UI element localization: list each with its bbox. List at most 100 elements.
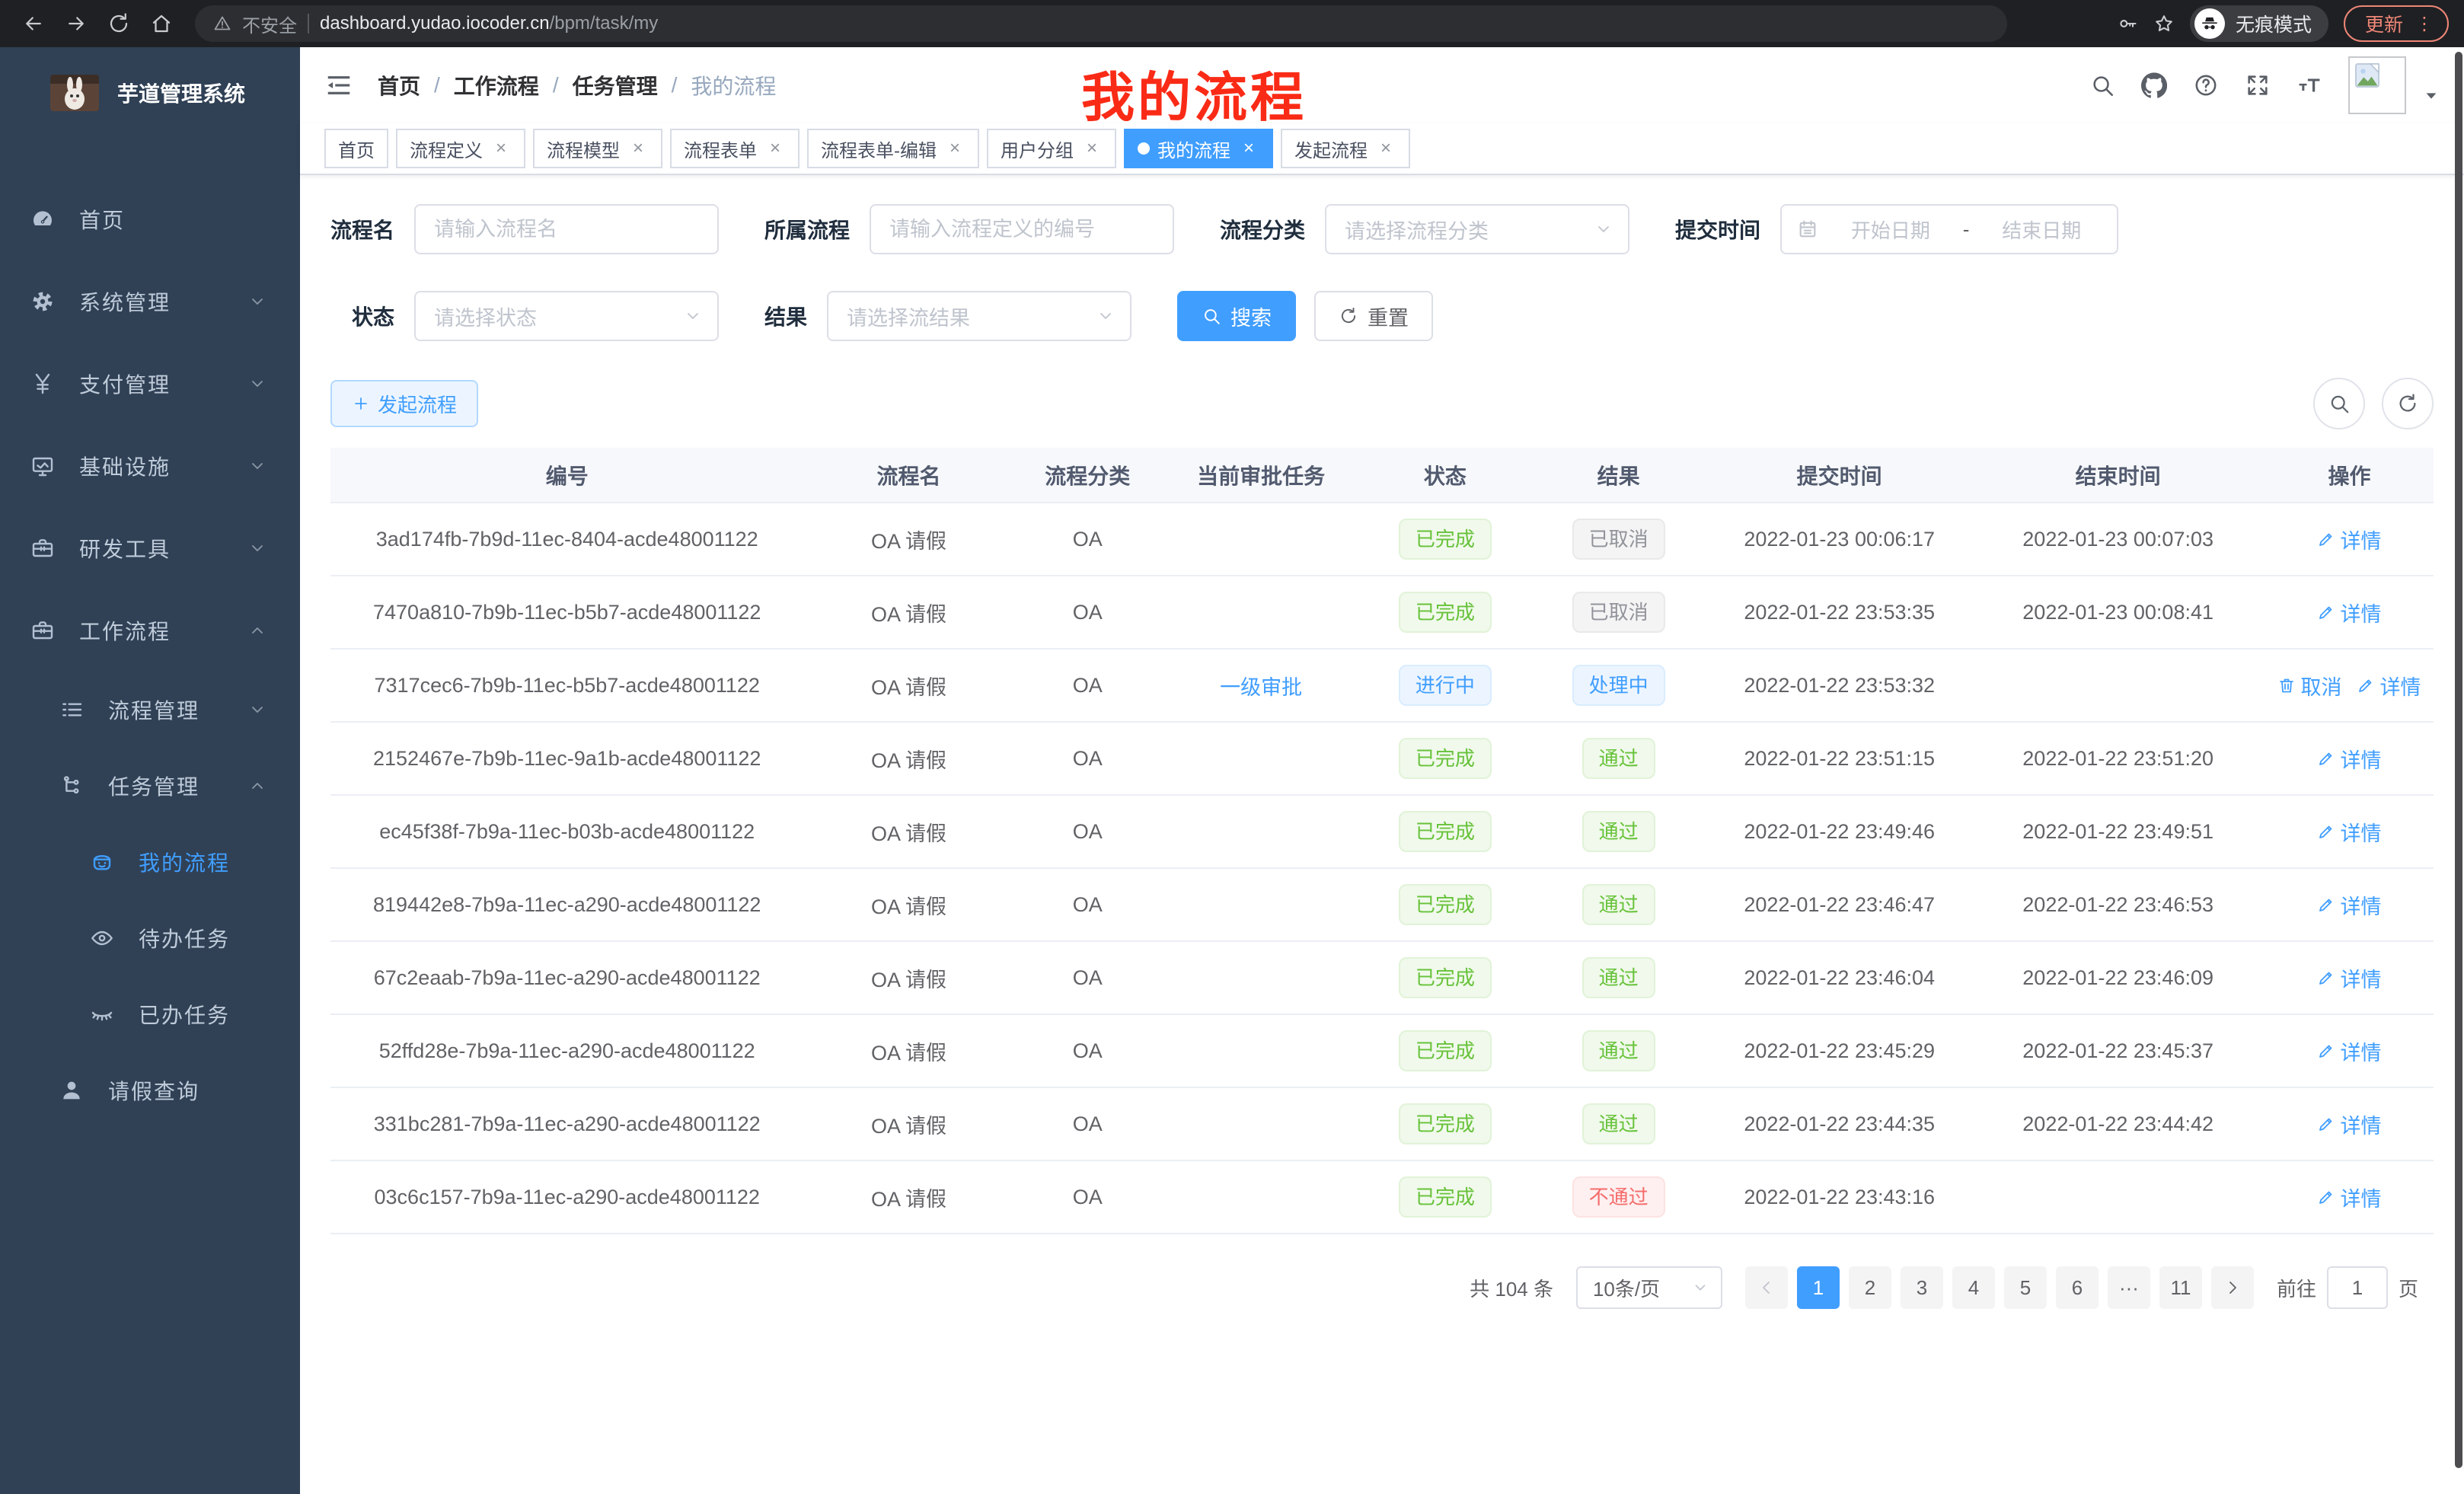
- caret-down-icon[interactable]: [2423, 88, 2440, 104]
- tab-我的流程[interactable]: 我的流程×: [1124, 129, 1273, 168]
- browser-reload-icon[interactable]: [101, 5, 137, 42]
- page-size-select[interactable]: 10条/页: [1576, 1266, 1722, 1309]
- search-icon[interactable]: [2089, 72, 2115, 98]
- close-icon[interactable]: ×: [1238, 138, 1259, 159]
- detail-link[interactable]: 详情: [2317, 744, 2381, 774]
- fullscreen-icon[interactable]: [2245, 72, 2271, 98]
- browser-forward-icon[interactable]: [58, 5, 94, 42]
- tab-发起流程[interactable]: 发起流程×: [1281, 129, 1410, 168]
- eye-open-icon: [90, 926, 114, 950]
- start-process-button[interactable]: 发起流程: [330, 380, 478, 427]
- sidebar-item-task-mgmt[interactable]: 任务管理: [0, 748, 300, 824]
- detail-link[interactable]: 详情: [2317, 817, 2381, 847]
- tab-流程模型[interactable]: 流程模型×: [533, 129, 662, 168]
- close-icon[interactable]: ×: [490, 138, 512, 159]
- address-bar[interactable]: 不安全 dashboard.yudao.iocoder.cn/bpm/task/…: [195, 5, 2007, 42]
- refresh-table-button[interactable]: [2382, 378, 2434, 429]
- sidebar-item-todo-tasks[interactable]: 待办任务: [0, 900, 300, 976]
- page-button-6[interactable]: 6: [2056, 1266, 2099, 1309]
- tab-流程表单-编辑[interactable]: 流程表单-编辑×: [807, 129, 979, 168]
- filter-row-2: 状态 请选择状态 结果 请选择流结果: [330, 291, 2434, 341]
- next-page-button[interactable]: [2211, 1266, 2254, 1309]
- robot-icon: [90, 850, 114, 874]
- sidebar-item-devtools[interactable]: 研发工具: [0, 507, 300, 589]
- page-button-11[interactable]: 11: [2159, 1266, 2202, 1309]
- toggle-search-button[interactable]: [2313, 378, 2365, 429]
- cell-current-task: [1161, 1087, 1361, 1160]
- result-badge: 不通过: [1572, 1176, 1665, 1218]
- sidebar-item-workflow[interactable]: 工作流程: [0, 589, 300, 672]
- result-badge: 已取消: [1572, 519, 1665, 560]
- detail-link[interactable]: 详情: [2317, 890, 2381, 920]
- close-icon[interactable]: ×: [944, 138, 965, 159]
- breadcrumb-item[interactable]: 工作流程: [454, 70, 539, 101]
- detail-link[interactable]: 详情: [2317, 1036, 2381, 1066]
- close-icon[interactable]: ×: [764, 138, 786, 159]
- page-button-4[interactable]: 4: [1952, 1266, 1995, 1309]
- prev-page-button[interactable]: [1745, 1266, 1788, 1309]
- start-process-label: 发起流程: [378, 390, 457, 418]
- browser-menu-icon[interactable]: ⋮: [2415, 13, 2434, 35]
- detail-link[interactable]: 详情: [2317, 598, 2381, 627]
- breadcrumb-item[interactable]: 首页: [378, 70, 420, 101]
- browser-home-icon[interactable]: [143, 5, 180, 42]
- cell-submit-time: 2022-01-22 23:46:47: [1708, 868, 1971, 941]
- detail-link[interactable]: 详情: [2317, 1183, 2381, 1212]
- submit-time-range-picker[interactable]: 开始日期 - 结束日期: [1780, 204, 2118, 254]
- cancel-link[interactable]: 取消: [2277, 671, 2341, 701]
- sidebar-item-my-process[interactable]: 我的流程: [0, 824, 300, 900]
- github-icon[interactable]: [2141, 72, 2167, 98]
- page-button-5[interactable]: 5: [2004, 1266, 2047, 1309]
- hamburger-icon[interactable]: [324, 71, 353, 100]
- cell-process-name: OA 请假: [803, 1014, 1013, 1087]
- sidebar-item-payment[interactable]: 支付管理: [0, 343, 300, 425]
- page-button-2[interactable]: 2: [1849, 1266, 1891, 1309]
- cell-current-task: [1161, 503, 1361, 576]
- page-ellipsis[interactable]: ···: [2108, 1266, 2150, 1309]
- cell-result: 已取消: [1529, 576, 1708, 649]
- detail-link[interactable]: 详情: [2357, 671, 2421, 701]
- current-task-link[interactable]: 一级审批: [1220, 671, 1302, 701]
- sidebar-item-leave-query[interactable]: 请假查询: [0, 1052, 300, 1128]
- search-button[interactable]: 搜索: [1177, 291, 1296, 341]
- tab-流程表单[interactable]: 流程表单×: [670, 129, 800, 168]
- tab-用户分组[interactable]: 用户分组×: [987, 129, 1116, 168]
- close-icon[interactable]: ×: [1081, 138, 1103, 159]
- sidebar-item-label: 工作流程: [79, 615, 171, 646]
- process-name-input[interactable]: [414, 204, 719, 254]
- help-icon[interactable]: [2193, 72, 2219, 98]
- result-select[interactable]: 请选择流结果: [827, 291, 1131, 341]
- cell-category: OA: [1014, 795, 1161, 868]
- page-button-1[interactable]: 1: [1797, 1266, 1840, 1309]
- avatar[interactable]: [2348, 56, 2406, 114]
- goto-page-input[interactable]: [2327, 1266, 2388, 1309]
- sidebar-item-home[interactable]: 首页: [0, 178, 300, 260]
- tab-首页[interactable]: 首页: [324, 129, 388, 168]
- scrollbar[interactable]: [2455, 52, 2462, 1468]
- reset-button[interactable]: 重置: [1314, 291, 1433, 341]
- bookmark-star-icon[interactable]: [2153, 13, 2175, 34]
- cell-submit-time: 2022-01-22 23:51:15: [1708, 722, 1971, 795]
- key-icon[interactable]: [2117, 13, 2138, 34]
- browser-back-icon[interactable]: [15, 5, 52, 42]
- status-select[interactable]: 请选择状态: [414, 291, 719, 341]
- tab-流程定义[interactable]: 流程定义×: [396, 129, 525, 168]
- list-icon: [59, 698, 84, 722]
- page-button-3[interactable]: 3: [1901, 1266, 1943, 1309]
- monitor-icon: [30, 454, 55, 478]
- detail-link[interactable]: 详情: [2317, 963, 2381, 993]
- font-size-icon[interactable]: [2296, 72, 2322, 98]
- close-icon[interactable]: ×: [1375, 138, 1396, 159]
- sidebar-item-system[interactable]: 系统管理: [0, 260, 300, 343]
- breadcrumb-item[interactable]: 任务管理: [573, 70, 658, 101]
- category-select[interactable]: 请选择流程分类: [1325, 204, 1629, 254]
- sidebar-item-done-tasks[interactable]: 已办任务: [0, 976, 300, 1052]
- app-logo[interactable]: 芋道管理系统: [0, 47, 300, 139]
- close-icon[interactable]: ×: [627, 138, 649, 159]
- detail-link[interactable]: 详情: [2317, 525, 2381, 554]
- process-definition-input[interactable]: [870, 204, 1174, 254]
- browser-update-button[interactable]: 更新 ⋮: [2344, 5, 2449, 42]
- detail-link[interactable]: 详情: [2317, 1109, 2381, 1139]
- sidebar-item-infra[interactable]: 基础设施: [0, 425, 300, 507]
- sidebar-item-process-mgmt[interactable]: 流程管理: [0, 672, 300, 748]
